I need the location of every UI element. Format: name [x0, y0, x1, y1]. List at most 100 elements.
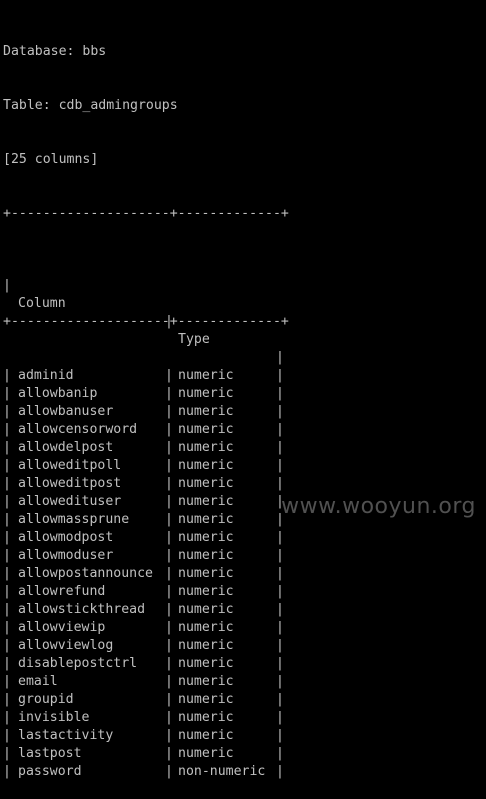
column-header-column: Column — [18, 296, 66, 311]
column-type-cell: numeric — [178, 422, 234, 437]
cell-separator: | — [165, 530, 173, 545]
cell-separator: | — [276, 692, 284, 707]
cell-separator: | — [276, 368, 284, 383]
cell-separator: | — [165, 404, 173, 419]
cell-separator: | — [165, 548, 173, 563]
column-type-cell: numeric — [178, 512, 234, 527]
cell-separator: | — [3, 692, 11, 707]
cell-separator: | — [276, 530, 284, 545]
column-type-cell: numeric — [178, 620, 234, 635]
column-name-cell: allowbanuser — [18, 404, 114, 419]
cell-separator: | — [3, 458, 11, 473]
column-type-cell: non-numeric — [178, 764, 266, 779]
cell-separator: | — [276, 746, 284, 761]
cell-separator: | — [276, 710, 284, 725]
cell-separator: | — [276, 764, 284, 779]
cell-separator: | — [276, 728, 284, 743]
column-name-cell: allowrefund — [18, 584, 106, 599]
cell-separator: | — [3, 548, 11, 563]
cell-separator: | — [276, 620, 284, 635]
column-name-cell: invisible — [18, 710, 90, 725]
column-type-cell: numeric — [178, 746, 234, 761]
cell-separator: | — [3, 602, 11, 617]
table-row: | adminid | numeric | — [3, 367, 483, 385]
cell-separator: | — [3, 494, 11, 509]
column-type-cell: numeric — [178, 368, 234, 383]
cell-separator: | — [3, 476, 11, 491]
table-row: | disablepostctrl | numeric | — [3, 655, 483, 673]
table-row: | allowviewip | numeric | — [3, 619, 483, 637]
column-name-cell: allowviewip — [18, 620, 106, 635]
table-row: | allowbanuser | numeric | — [3, 403, 483, 421]
cell-separator: | — [276, 548, 284, 563]
column-header-type: Type — [178, 332, 210, 347]
column-type-cell: numeric — [178, 710, 234, 725]
table-row: | allowmodpost | numeric | — [3, 529, 483, 547]
cell-separator: | — [165, 692, 173, 707]
column-type-cell: numeric — [178, 494, 234, 509]
column-type-cell: numeric — [178, 584, 234, 599]
cell-separator: | — [165, 512, 173, 527]
table-row: | allowcensorword | numeric | — [3, 421, 483, 439]
cell-separator: | — [165, 368, 173, 383]
column-name-cell: allowpostannounce — [18, 566, 153, 581]
cell-separator: | — [3, 530, 11, 545]
table-row: | lastpost | numeric | — [3, 745, 483, 763]
table-row: | invisible | numeric | — [3, 709, 483, 727]
cell-separator: | — [276, 674, 284, 689]
cell-separator: | — [276, 566, 284, 581]
table-body: | adminid | numeric | | allowbanip | numeric | | al… — [3, 367, 483, 781]
column-name-cell: allowdelpost — [18, 440, 114, 455]
terminal-output: Database: bbs Table: cdb_admingroups [25… — [3, 7, 483, 799]
table-row: | allowviewlog | numeric | — [3, 637, 483, 655]
cell-separator: | — [165, 728, 173, 743]
cell-separator: | — [165, 764, 173, 779]
table-row: | password | non-numeric | — [3, 763, 483, 781]
cell-separator: | — [165, 566, 173, 581]
cell-separator: | — [3, 746, 11, 761]
cell-separator: | — [276, 440, 284, 455]
table-header-row: | Column | Type | — [3, 259, 483, 365]
table-border-top: +--------------------+-------------+ — [3, 206, 289, 221]
column-type-cell: numeric — [178, 692, 234, 707]
cell-separator: | — [3, 566, 11, 581]
column-type-cell: numeric — [178, 674, 234, 689]
column-type-cell: numeric — [178, 638, 234, 653]
cell-separator: | — [3, 638, 11, 653]
cell-separator: | — [3, 656, 11, 671]
table-row: | alloweditpost | numeric | — [3, 475, 483, 493]
column-name-cell: lastpost — [18, 746, 82, 761]
column-name-cell: allowcensorword — [18, 422, 138, 437]
cell-separator: | — [276, 602, 284, 617]
column-type-cell: numeric — [178, 440, 234, 455]
columns-count-line: [25 columns] — [3, 152, 99, 167]
column-name-cell: allowmoduser — [18, 548, 114, 563]
table-row: | groupid | numeric | — [3, 691, 483, 709]
cell-separator: | — [165, 494, 173, 509]
column-name-cell: lastactivity — [18, 728, 114, 743]
cell-separator: | — [165, 638, 173, 653]
cell-separator: | — [3, 728, 11, 743]
column-type-cell: numeric — [178, 602, 234, 617]
cell-separator: | — [165, 710, 173, 725]
cell-separator: | — [3, 710, 11, 725]
column-type-cell: numeric — [178, 656, 234, 671]
cell-separator: | — [165, 386, 173, 401]
cell-separator: | — [165, 458, 173, 473]
column-name-cell: allowedituser — [18, 494, 122, 509]
column-name-cell: adminid — [18, 368, 74, 383]
cell-separator: | — [3, 386, 11, 401]
cell-separator: | — [165, 440, 173, 455]
cell-separator: | — [165, 422, 173, 437]
table-row: | allowrefund | numeric | — [3, 583, 483, 601]
cell-separator: | — [276, 404, 284, 419]
cell-separator: | — [276, 584, 284, 599]
cell-separator: | — [165, 674, 173, 689]
column-name-cell: allowmodpost — [18, 530, 114, 545]
table-row: | allowmoduser | numeric | — [3, 547, 483, 565]
column-name-cell: disablepostctrl — [18, 656, 138, 671]
column-type-cell: numeric — [178, 458, 234, 473]
cell-separator: | — [3, 278, 11, 293]
cell-separator: | — [165, 476, 173, 491]
column-name-cell: allowmassprune — [18, 512, 130, 527]
